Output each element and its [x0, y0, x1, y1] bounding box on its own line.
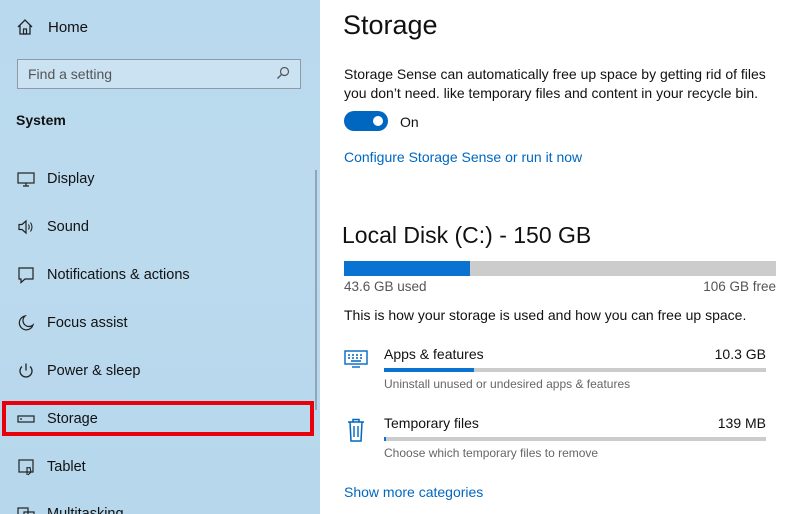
- section-title: System: [16, 112, 66, 128]
- power-icon: [16, 361, 36, 381]
- sidebar-item-multitasking[interactable]: Multitasking: [0, 494, 320, 514]
- disk-usage-fill: [344, 261, 470, 276]
- home-icon: [16, 17, 36, 37]
- sidebar-item-storage[interactable]: Storage: [2, 401, 314, 436]
- category-description: Choose which temporary files to remove: [384, 446, 599, 460]
- sidebar-item-display[interactable]: Display: [0, 159, 320, 199]
- sidebar-item-power-sleep[interactable]: Power & sleep: [0, 351, 320, 391]
- category-usage-fill: [384, 368, 475, 372]
- sidebar-item-sound[interactable]: Sound: [0, 207, 320, 247]
- sidebar-item-label: Notifications & actions: [47, 267, 190, 283]
- disk-title: Local Disk (C:) - 150 GB: [342, 222, 592, 248]
- home-label: Home: [48, 18, 89, 36]
- sidebar-item-label: Power & sleep: [47, 363, 141, 379]
- sidebar: Home Find a setting System Display Sound…: [0, 0, 320, 514]
- speaker-icon: [16, 217, 36, 237]
- toggle-knob: [373, 116, 383, 126]
- storage-sense-description: Storage Sense can automatically free up …: [344, 66, 766, 101]
- search-icon: [276, 66, 290, 83]
- storage-icon: [16, 409, 36, 429]
- tablet-icon: [16, 457, 36, 477]
- sidebar-item-focus-assist[interactable]: Focus assist: [0, 303, 320, 343]
- sidebar-item-label: Sound: [47, 219, 89, 235]
- multitasking-icon: [16, 504, 36, 514]
- storage-sense-toggle[interactable]: [344, 111, 388, 131]
- sidebar-scrollbar[interactable]: [315, 170, 317, 410]
- category-size: 139 MB: [717, 415, 766, 431]
- category-temporary-files[interactable]: Temporary files 139 MB Choose which temp…: [340, 415, 776, 463]
- category-usage-bar: [384, 368, 766, 372]
- sidebar-item-label: Display: [47, 171, 95, 187]
- category-name: Temporary files: [384, 415, 479, 431]
- monitor-icon: [16, 169, 36, 189]
- sidebar-item-tablet[interactable]: Tablet: [0, 447, 320, 487]
- show-more-categories-link[interactable]: Show more categories: [344, 484, 483, 500]
- storage-usage-intro: This is how your storage is used and how…: [344, 307, 747, 323]
- apps-icon: [344, 348, 370, 372]
- moon-icon: [16, 313, 36, 333]
- home-link[interactable]: Home: [16, 16, 88, 38]
- disk-used-label: 43.6 GB used: [344, 279, 427, 294]
- sidebar-item-label: Multitasking: [47, 506, 124, 514]
- search-input[interactable]: Find a setting: [17, 59, 301, 89]
- category-apps-features[interactable]: Apps & features 10.3 GB Uninstall unused…: [340, 346, 776, 394]
- category-description: Uninstall unused or undesired apps & fea…: [384, 377, 631, 391]
- configure-storage-sense-link[interactable]: Configure Storage Sense or run it now: [344, 149, 582, 165]
- category-size: 10.3 GB: [714, 346, 766, 362]
- page-title: Storage: [343, 10, 438, 40]
- disk-free-label: 106 GB free: [703, 279, 776, 294]
- sidebar-item-label: Storage: [47, 410, 98, 427]
- category-usage-fill: [384, 437, 386, 441]
- disk-usage-bar: [344, 261, 776, 276]
- sidebar-item-label: Tablet: [47, 459, 86, 475]
- trash-icon: [344, 417, 370, 442]
- sidebar-item-notifications[interactable]: Notifications & actions: [0, 255, 320, 295]
- toggle-state-label: On: [400, 114, 419, 130]
- category-usage-bar: [384, 437, 766, 441]
- notification-icon: [16, 265, 36, 285]
- main-content: Storage Storage Sense can automatically …: [320, 0, 801, 514]
- search-placeholder: Find a setting: [28, 66, 113, 82]
- sidebar-item-label: Focus assist: [47, 315, 128, 331]
- category-name: Apps & features: [384, 346, 484, 362]
